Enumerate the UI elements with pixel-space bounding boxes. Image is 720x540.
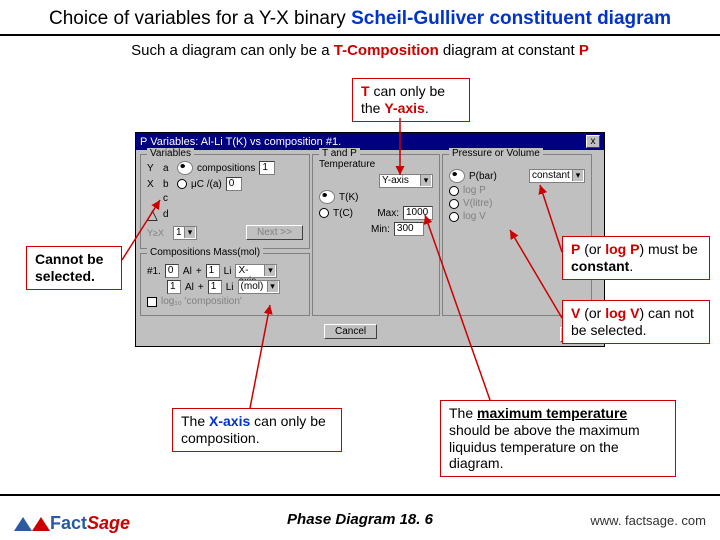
t-yaxis: Y-axis [384,100,424,116]
row1-label: #1. [147,266,161,277]
x-label: X [147,179,159,190]
callout-v: V (or log V) can not be selected. [562,300,710,344]
cannot-2: selected. [35,268,95,284]
subtitle-c: diagram at constant [439,42,579,59]
coef2-al[interactable]: 1 [167,280,181,294]
cannot-1: Cannot be [35,251,103,267]
log-composition-label: log₁₀ 'composition' [161,296,242,307]
radio-compositions[interactable] [177,161,193,175]
vlitre-label: V(litre) [463,198,492,209]
radio-vlitre[interactable] [449,199,459,209]
pbar-mode-select[interactable]: constant [529,169,585,183]
max-input[interactable]: 1000 [403,206,433,220]
callout-xaxis: The X-axis can only be composition. [172,408,342,452]
slide-title: Choice of variables for a Y-X binary Sch… [0,0,720,36]
variables-group-title: Variables [147,148,194,159]
subtitle-b: T-Composition [334,42,439,59]
logv-label: log V [463,211,486,222]
subtitle-d: P [579,42,589,59]
a-label: a [163,163,173,174]
cancel-button[interactable]: Cancel [324,324,377,339]
footer-url: www. factsage. com [590,513,706,528]
tp-group-title: T and P [319,148,360,159]
m1: The [449,405,477,421]
radio-logv[interactable] [449,212,459,222]
temp-axis-select[interactable]: Y-axis [379,174,433,188]
pbar-label: P(bar) [469,171,497,182]
v1: V [571,305,580,321]
v3: log V [605,305,639,321]
p5: constant [571,258,629,274]
t-dot: . [425,100,429,116]
log-composition-check[interactable] [147,297,157,307]
compositions-group-title: Compositions Mass(mol) [147,247,263,258]
min-input[interactable]: 300 [394,222,424,236]
x1: The [181,413,209,429]
radio-tk[interactable] [319,190,335,204]
radio-mu[interactable] [177,179,187,189]
al-label-2: Al [185,282,194,293]
p4: ) must be [639,241,697,257]
logp-label: log P [463,185,486,196]
variables-group: Variables Y a compositions 1 X b μC /(a)… [140,154,310,249]
coef2-li[interactable]: 1 [208,280,222,294]
p1: P [571,241,580,257]
mu-label: μC /(a) [191,179,222,190]
t-red: T [361,83,370,99]
max-label: Max: [377,208,399,219]
compositions-count[interactable]: 1 [259,161,275,175]
temperature-label: Temperature [319,159,433,170]
p3: log P [605,241,639,257]
variables-dialog: P Variables: Al-Li T(K) vs composition #… [135,132,605,347]
close-icon[interactable]: x [586,135,600,148]
callout-cannot: Cannot beselected. [26,246,122,290]
compositions-group: Compositions Mass(mol) #1. 0 Al + 1 Li X… [140,253,310,316]
p6: . [629,258,633,274]
tk-label: T(K) [339,192,358,203]
tp-group: T and P Temperature Y-axis T(K) T(C) Max… [312,154,440,316]
tc-label: T(C) [333,208,353,219]
coef-al[interactable]: 0 [165,264,179,278]
p2: (or [580,241,605,257]
li-label: Li [224,266,232,277]
x2: X-axis [209,413,250,429]
radio-logp[interactable] [449,186,459,196]
callout-maxtemp: The maximum temperature should be above … [440,400,676,477]
radio-tc[interactable] [319,208,329,218]
mu-count[interactable]: 0 [226,177,242,191]
axis-select[interactable]: X-axis [235,264,277,278]
dialog-title: P Variables: Al-Li T(K) vs composition #… [140,136,341,148]
v2: (or [580,305,605,321]
m2: maximum temperature [477,405,627,421]
plus-label: + [196,266,202,277]
m3: should be above the maximum liquidus tem… [449,422,640,472]
next-button[interactable]: Next >> [246,225,303,240]
subtitle-a: Such a diagram can only be a [131,42,334,59]
c-label: c [163,193,173,204]
pv-group: Pressure or Volume P(bar) constant log P… [442,154,592,316]
y-label: Y [147,163,159,174]
yx-label: Y≥X [147,228,169,238]
title-highlight: Scheil-Gulliver constituent diagram [351,8,671,29]
d-label: d [163,209,173,220]
min-label: Min: [371,224,390,235]
title-prefix: Choice of variables for a Y-X binary [49,8,351,29]
li-label-2: Li [226,282,234,293]
pv-group-title: Pressure or Volume [449,148,543,159]
plus-label-2: + [198,282,204,293]
b-label: b [163,179,173,190]
subtitle: Such a diagram can only be a T-Compositi… [0,36,720,63]
coef-li[interactable]: 1 [206,264,220,278]
radio-pbar[interactable] [449,169,465,183]
compositions-label: compositions [197,163,255,174]
yx-select[interactable]: 1 [173,226,197,240]
footer: FactSage Phase Diagram 18. 6 www. factsa… [0,494,720,540]
unit-select[interactable]: (mol) [238,280,280,294]
al-label: Al [183,266,192,277]
callout-t-yaxis: T can only be the Y-axis. [352,78,470,122]
callout-p: P (or log P) must be constant. [562,236,710,280]
